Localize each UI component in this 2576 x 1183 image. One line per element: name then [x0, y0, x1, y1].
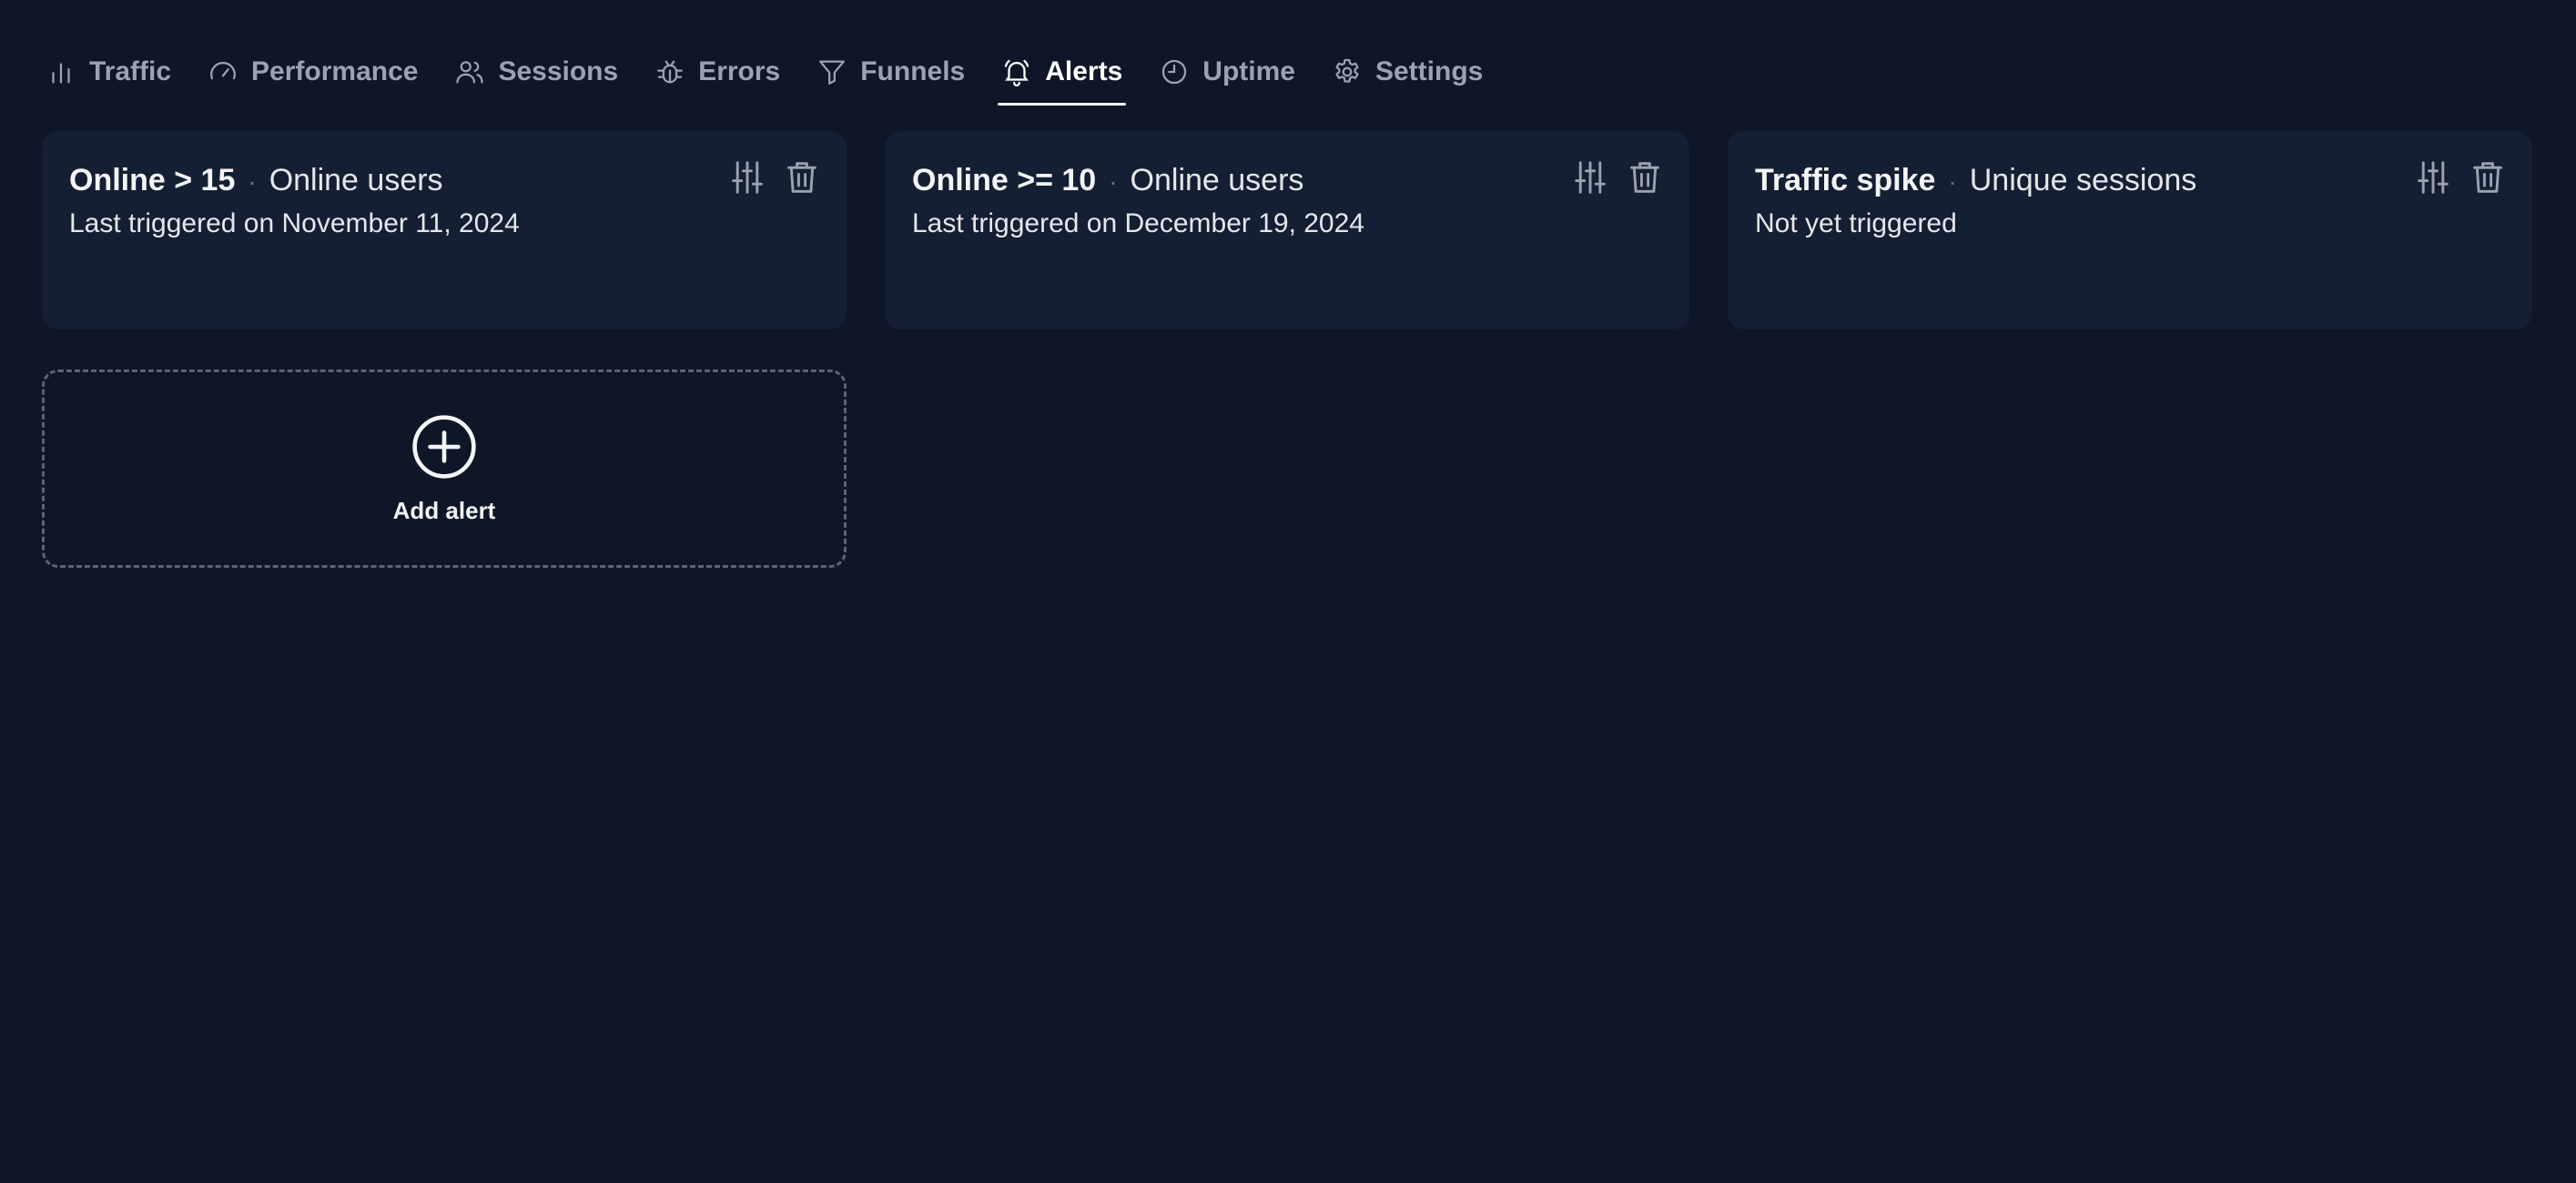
alert-card[interactable]: Traffic spike · Unique sessions Not yet …	[1728, 131, 2532, 329]
tab-alerts[interactable]: Alerts	[998, 38, 1127, 106]
edit-alert-button[interactable]	[730, 158, 765, 197]
alert-name: Online >= 10	[912, 163, 1097, 197]
bell-icon	[1001, 56, 1032, 87]
alert-name: Traffic spike	[1755, 163, 1936, 197]
sliders-icon	[1575, 161, 1606, 194]
add-alert-label: Add alert	[392, 496, 496, 524]
tab-label: Errors	[698, 56, 781, 86]
gauge-icon	[208, 56, 238, 87]
tab-label: Traffic	[89, 56, 172, 86]
trash-icon	[2473, 162, 2502, 193]
tab-traffic[interactable]: Traffic	[42, 38, 175, 106]
delete-alert-button[interactable]	[1628, 158, 1662, 197]
tab-funnels[interactable]: Funnels	[813, 38, 969, 106]
trash-icon	[787, 162, 816, 193]
bar-chart-icon	[46, 56, 76, 87]
tab-label: Alerts	[1045, 56, 1123, 86]
tab-label: Funnels	[860, 56, 966, 86]
sliders-icon	[2418, 161, 2449, 194]
delete-alert-button[interactable]	[2470, 158, 2505, 197]
tab-sessions[interactable]: Sessions	[451, 38, 622, 106]
separator-dot: ·	[248, 167, 257, 196]
funnel-icon	[816, 56, 847, 87]
gear-icon	[1332, 56, 1363, 87]
alert-status: Not yet triggered	[1755, 208, 1957, 238]
separator-dot: ·	[1948, 167, 1957, 196]
alert-name: Online > 15	[69, 163, 236, 197]
plus-circle-icon	[412, 414, 476, 479]
alerts-grid: Online > 15 · Online users Last triggere…	[42, 131, 2532, 568]
tab-label: Performance	[251, 56, 419, 86]
edit-alert-button[interactable]	[2416, 158, 2450, 197]
alert-actions	[730, 158, 819, 197]
alert-metric: Online users	[269, 163, 443, 197]
tab-uptime[interactable]: Uptime	[1155, 38, 1299, 106]
tab-settings[interactable]: Settings	[1328, 38, 1486, 106]
alert-status: Last triggered on December 19, 2024	[912, 208, 1364, 238]
tab-bar: Traffic Performance Sessions Errors Funn…	[42, 38, 1516, 106]
trash-icon	[1630, 162, 1659, 193]
tab-label: Sessions	[498, 56, 619, 86]
clock-icon	[1159, 56, 1190, 87]
alert-title: Traffic spike · Unique sessions	[1755, 160, 2505, 202]
delete-alert-button[interactable]	[785, 158, 819, 197]
alert-card[interactable]: Online >= 10 · Online users Last trigger…	[885, 131, 1689, 329]
tab-errors[interactable]: Errors	[651, 38, 784, 106]
alert-card[interactable]: Online > 15 · Online users Last triggere…	[42, 131, 847, 329]
tab-performance[interactable]: Performance	[204, 38, 421, 106]
separator-dot: ·	[1109, 167, 1118, 196]
sliders-icon	[732, 161, 763, 194]
alert-actions	[2416, 158, 2505, 197]
alert-title: Online > 15 · Online users	[69, 160, 819, 202]
tab-label: Uptime	[1202, 56, 1295, 86]
alert-status: Last triggered on November 11, 2024	[69, 208, 520, 238]
users-icon	[454, 56, 485, 87]
alert-metric: Unique sessions	[1969, 163, 2197, 197]
alert-actions	[1573, 158, 1662, 197]
alert-title: Online >= 10 · Online users	[912, 160, 1662, 202]
alert-metric: Online users	[1130, 163, 1304, 197]
bug-icon	[654, 56, 685, 87]
edit-alert-button[interactable]	[1573, 158, 1607, 197]
add-alert-button[interactable]: Add alert	[42, 369, 847, 568]
tab-label: Settings	[1374, 56, 1484, 86]
